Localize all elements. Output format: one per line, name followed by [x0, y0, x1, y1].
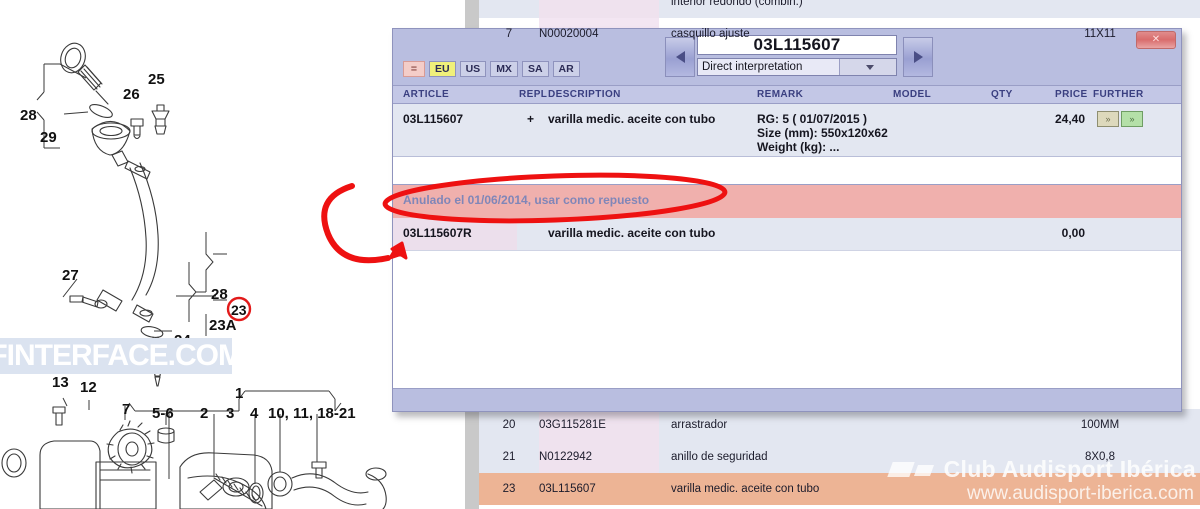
table-row[interactable]: 20 03G115281E arrastrador 100MM: [479, 409, 1200, 441]
svg-text:13: 13: [52, 374, 69, 391]
table-cell-pos: 21: [502, 451, 516, 463]
result-article: 03L115607: [403, 112, 464, 126]
replacement-description: varilla medic. aceite con tubo: [548, 226, 716, 240]
interpretation-select[interactable]: Direct interpretation: [697, 58, 897, 76]
dialog-column-headers: ARTICLE REPL DESCRIPTION REMARK MODEL QT…: [393, 85, 1181, 104]
result-price: 24,40: [1054, 112, 1085, 126]
table-cell-description: anillo de seguridad: [671, 451, 768, 463]
svg-text:5-6: 5-6: [152, 405, 174, 422]
svg-text:29: 29: [40, 129, 57, 146]
region-button-us[interactable]: US: [459, 61, 487, 77]
region-button-equals[interactable]: =: [403, 61, 425, 77]
svg-text:2: 2: [200, 405, 208, 422]
column-header-remark: REMARK: [757, 89, 804, 100]
further-button-primary[interactable]: »: [1097, 111, 1119, 127]
table-cell-pos: 23: [502, 483, 516, 495]
result-repl-flag: +: [527, 112, 535, 126]
table-cell-article: N00020004: [539, 28, 599, 40]
replacement-price: 0,00: [1061, 226, 1085, 240]
result-description: varilla medic. aceite con tubo: [548, 112, 716, 126]
svg-text:4: 4: [250, 405, 259, 422]
dialog-footer: [393, 388, 1181, 411]
result-remark-size: Size (mm): 550x120x62: [757, 126, 888, 140]
replacement-article: 03L115607R: [403, 226, 472, 240]
interpretation-select-value: Direct interpretation: [702, 61, 803, 73]
region-button-eu[interactable]: EU: [429, 61, 456, 77]
table-cell-remark: 100MM: [1080, 419, 1120, 431]
result-remark: RG: 5 ( 01/07/2015 ) Size (mm): 550x120x…: [757, 112, 888, 154]
superseded-notice-row: Anulado el 01/06/2014, usar como repuest…: [393, 184, 1181, 219]
column-header-description: DESCRIPTION: [548, 89, 621, 100]
table-cell-description: varilla medic. aceite con tubo: [671, 483, 820, 495]
table-cell-pos: 20: [502, 419, 516, 431]
replacement-article-row[interactable]: 03L115607R varilla medic. aceite con tub…: [393, 218, 1181, 251]
diagram-watermark: IFINTERFACE.COM: [0, 338, 232, 374]
column-header-model: MODEL: [893, 89, 932, 100]
svg-text:12: 12: [80, 379, 97, 396]
svg-text:26: 26: [123, 86, 140, 103]
arrow-right-icon: [913, 51, 923, 63]
svg-text:10, 11, 18-21: 10, 11, 18-21: [268, 405, 356, 422]
table-cell-remark: 8X0,8: [1084, 451, 1116, 463]
column-header-article: ARTICLE: [403, 89, 450, 100]
column-header-repl: REPL: [519, 89, 548, 100]
svg-text:7: 7: [122, 401, 130, 418]
region-button-mx[interactable]: MX: [490, 61, 518, 77]
row-spacer: [393, 157, 1181, 184]
table-cell-pos: 7: [505, 28, 513, 40]
result-remark-rg: RG: 5 ( 01/07/2015 ): [757, 112, 868, 126]
previous-article-button[interactable]: [665, 37, 695, 77]
svg-text:3: 3: [226, 405, 234, 422]
url-watermark: www.audisport-iberica.com: [966, 483, 1194, 504]
table-cell-article-bg: [539, 0, 659, 18]
result-remark-weight: Weight (kg): ...: [757, 140, 840, 154]
svg-text:1: 1: [235, 385, 243, 402]
svg-text:28: 28: [20, 107, 37, 124]
svg-text:25: 25: [148, 71, 165, 88]
table-cell-description: interior redondo (combin.): [671, 0, 803, 8]
column-header-qty: QTY: [991, 89, 1013, 100]
table-cell-remark: 11X11: [1084, 28, 1116, 40]
column-header-further: FURTHER: [1093, 89, 1144, 100]
svg-text:27: 27: [62, 267, 79, 284]
region-button-ar[interactable]: AR: [552, 61, 580, 77]
region-button-sa[interactable]: SA: [521, 61, 549, 77]
table-cell-article: N0122942: [539, 451, 593, 463]
table-cell-description: arrastrador: [671, 419, 728, 431]
chevron-down-icon[interactable]: [838, 59, 897, 75]
arrow-left-icon: [675, 51, 685, 63]
region-selector: = EU US MX SA AR: [403, 61, 580, 77]
table-cell-article: 03L115607: [539, 483, 596, 495]
next-article-button[interactable]: [903, 37, 933, 77]
table-row[interactable]: interior redondo (combin.): [479, 0, 1200, 18]
svg-text:23A: 23A: [209, 317, 237, 334]
further-button-secondary[interactable]: »: [1121, 111, 1143, 127]
dialog-body: 03L115607 + varilla medic. aceite con tu…: [393, 104, 1181, 388]
svg-text:28: 28: [211, 286, 228, 303]
superseded-notice-text: Anulado el 01/06/2014, usar como repuest…: [403, 193, 650, 207]
article-result-row[interactable]: 03L115607 + varilla medic. aceite con tu…: [393, 104, 1181, 157]
table-cell-description: casquillo ajuste: [671, 28, 750, 40]
table-cell-article: 03G115281E: [539, 419, 606, 431]
column-header-price: PRICE: [1055, 89, 1088, 100]
svg-text:23: 23: [231, 302, 247, 318]
article-detail-dialog: = EU US MX SA AR 03L115607 Direct interp…: [392, 28, 1182, 412]
